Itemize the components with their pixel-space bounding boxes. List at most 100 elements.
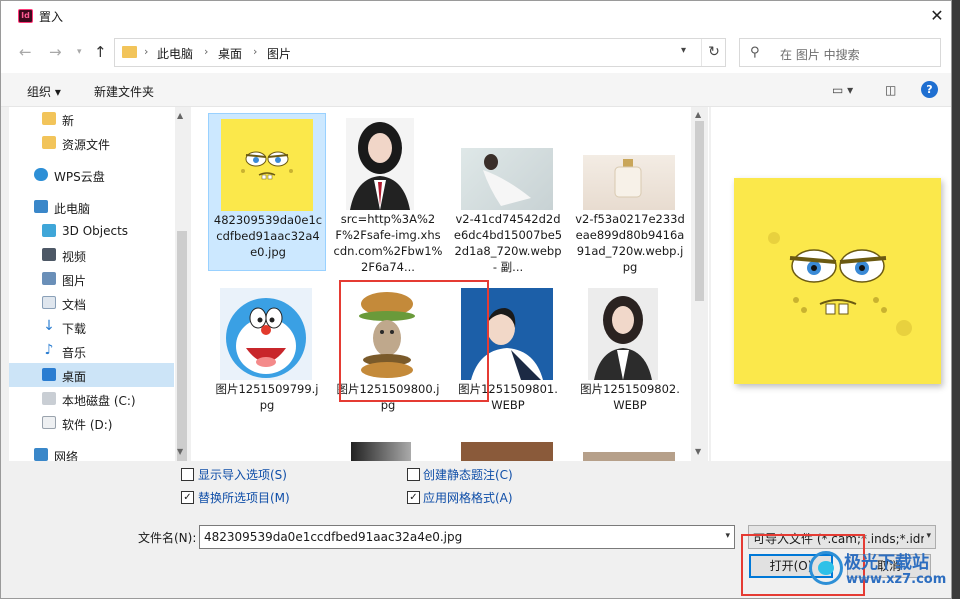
portrait-thumbnail — [346, 118, 414, 210]
address-dropdown-icon[interactable]: ▾ — [681, 45, 686, 56]
create-static-caption-checkbox[interactable] — [407, 468, 420, 481]
breadcrumb-this-pc[interactable]: 此电脑 — [157, 45, 193, 62]
sidebar-item-drive-d[interactable]: 软件 (D:) — [9, 411, 174, 435]
scroll-down-icon[interactable]: ▼ — [177, 447, 183, 456]
address-bar[interactable]: › 此电脑 › 桌面 › 图片 ▾ ↻ — [114, 38, 726, 67]
picture-icon — [42, 272, 56, 285]
file-tile[interactable] — [571, 442, 689, 461]
watermark: 极光下载站 www.xz7.com — [801, 545, 951, 595]
create-static-caption-label[interactable]: 创建静态题注(C) — [423, 466, 513, 483]
sidebar-scrollbar[interactable]: ▲ ▼ — [175, 107, 189, 461]
file-tile[interactable] — [449, 442, 567, 461]
apply-grid-format-label[interactable]: 应用网格格式(A) — [423, 489, 513, 506]
up-arrow-icon[interactable]: ↑ — [94, 43, 107, 61]
file-tile[interactable]: v2-41cd74542d2de6dc4bd15007be52d1a8_720w… — [449, 113, 567, 274]
filename-value: 482309539da0e1ccdfbed91aac32a4e0.jpg — [204, 530, 463, 544]
replace-selected-checkbox[interactable]: ✓ — [181, 491, 194, 504]
sidebar-item-this-pc[interactable]: 此电脑 — [9, 195, 174, 219]
breadcrumb-separator-icon[interactable]: › — [253, 45, 257, 58]
file-tile[interactable]: 482309539da0e1ccdfbed91aac32a4e0.jpg — [208, 113, 326, 271]
close-button[interactable]: ✕ — [923, 5, 951, 27]
search-placeholder: 在 图片 中搜索 — [780, 48, 860, 62]
file-tile[interactable] — [329, 442, 447, 461]
sidebar-item-new[interactable]: 新 — [9, 107, 174, 131]
photo-thumbnail — [461, 442, 553, 461]
search-icon: ⚲ — [750, 45, 760, 60]
file-tile[interactable]: 图片1251509799.jpg — [208, 283, 326, 441]
sidebar-item-label: 3D Objects — [62, 224, 129, 238]
sidebar-item-label: 资源文件 — [62, 138, 111, 152]
highlight-box-selected-image — [339, 280, 489, 402]
file-tile[interactable]: v2-f53a0217e233deae899d80b9416a91ad_720w… — [571, 113, 689, 274]
file-list-scrollbar[interactable]: ▲ ▼ — [691, 107, 708, 461]
sidebar-item-3d-objects[interactable]: 3D Objects — [9, 219, 174, 243]
command-toolbar: 组织 ▾ 新建文件夹 ▭ ▾ ◫ ? — [1, 73, 951, 107]
chevron-down-icon[interactable]: ▾ — [924, 531, 931, 541]
sidebar-item-music[interactable]: ♪ 音乐 — [9, 339, 174, 363]
scroll-up-icon[interactable]: ▲ — [695, 110, 701, 119]
indesign-app-icon: Id — [18, 9, 33, 23]
apply-grid-format-checkbox[interactable]: ✓ — [407, 491, 420, 504]
file-list-scroll-thumb[interactable] — [695, 121, 704, 301]
sidebar-item-documents[interactable]: 文档 — [9, 291, 174, 315]
title-bar: Id 置入 ✕ — [1, 1, 951, 31]
perfume-thumbnail — [583, 155, 675, 210]
sidebar-item-downloads[interactable]: ↓ 下载 — [9, 315, 174, 339]
sidebar-item-resources[interactable]: 资源文件 — [9, 131, 174, 155]
sidebar-item-network[interactable]: 网络 — [9, 443, 174, 461]
view-options-icon[interactable]: ▭ ▾ — [832, 83, 853, 97]
id-portrait-thumbnail — [588, 288, 658, 380]
download-icon: ↓ — [43, 318, 55, 334]
drive-icon — [42, 416, 56, 429]
breadcrumb-separator-icon[interactable]: › — [144, 45, 148, 58]
folder-icon — [42, 112, 56, 125]
recent-chevron-icon[interactable]: ▾ — [77, 47, 82, 57]
watermark-title: 极光下载站 — [844, 553, 929, 573]
show-import-options-label[interactable]: 显示导入选项(S) — [198, 466, 287, 483]
sidebar-scroll-thumb[interactable] — [177, 231, 187, 461]
sidebar-item-label: 视频 — [62, 250, 87, 264]
sidebar-item-videos[interactable]: 视频 — [9, 243, 174, 267]
scroll-down-icon[interactable]: ▼ — [695, 447, 701, 456]
new-folder-button[interactable]: 新建文件夹 — [94, 83, 154, 100]
sidebar-item-wps-cloud[interactable]: WPS云盘 — [9, 163, 174, 187]
filename-label: 文件名(N): — [138, 531, 197, 545]
preview-pane-icon[interactable]: ◫ — [885, 83, 896, 97]
breadcrumb-pictures[interactable]: 图片 — [267, 45, 291, 62]
background-app-edge — [952, 0, 960, 599]
file-name: 图片1251509802.WEBP — [580, 382, 680, 412]
spongebob-thumbnail — [221, 119, 313, 211]
document-icon — [42, 296, 56, 309]
back-arrow-icon[interactable]: ← — [19, 43, 32, 61]
doraemon-thumbnail — [220, 288, 312, 380]
sidebar-item-desktop[interactable]: 桌面 — [9, 363, 174, 387]
breadcrumb-desktop[interactable]: 桌面 — [218, 45, 242, 62]
filename-input[interactable]: 482309539da0e1ccdfbed91aac32a4e0.jpg ▾ — [199, 525, 735, 549]
search-box[interactable]: ⚲ 在 图片 中搜索 — [739, 38, 941, 67]
sidebar-item-label: 新 — [62, 114, 75, 128]
help-icon[interactable]: ? — [921, 81, 938, 98]
sidebar-item-drive-c[interactable]: 本地磁盘 (C:) — [9, 387, 174, 411]
file-tile[interactable]: 图片1251509802.WEBP — [571, 283, 689, 441]
refresh-button[interactable]: ↻ — [701, 39, 726, 66]
breadcrumb-separator-icon[interactable]: › — [204, 45, 208, 58]
scroll-up-icon[interactable]: ▲ — [177, 111, 183, 120]
sidebar-item-pictures[interactable]: 图片 — [9, 267, 174, 291]
sidebar-item-label: 下载 — [62, 322, 87, 336]
file-name: 图片1251509799.jpg — [215, 382, 319, 412]
photo-thumbnail — [583, 452, 675, 461]
organize-label: 组织 — [27, 85, 52, 99]
file-name: src=http%3A%2F%2Fsafe-img.xhscdn.com%2Fb… — [333, 212, 443, 274]
organize-menu[interactable]: 组织 ▾ — [27, 83, 61, 100]
cube-icon — [42, 224, 56, 237]
place-dialog: Id 置入 ✕ ← → ▾ ↑ › 此电脑 › 桌面 › 图片 ▾ ↻ ⚲ 在 … — [0, 0, 952, 599]
forward-arrow-icon[interactable]: → — [49, 43, 62, 61]
chevron-down-icon[interactable]: ▾ — [725, 531, 730, 541]
video-icon — [42, 248, 56, 261]
show-import-options-checkbox[interactable] — [181, 468, 194, 481]
replace-selected-label[interactable]: 替换所选项目(M) — [198, 489, 290, 506]
file-tile[interactable]: src=http%3A%2F%2Fsafe-img.xhscdn.com%2Fb… — [329, 113, 447, 274]
sidebar-item-label: 软件 (D:) — [62, 418, 113, 432]
sidebar-item-label: 桌面 — [62, 370, 87, 384]
preview-pane — [711, 107, 951, 461]
